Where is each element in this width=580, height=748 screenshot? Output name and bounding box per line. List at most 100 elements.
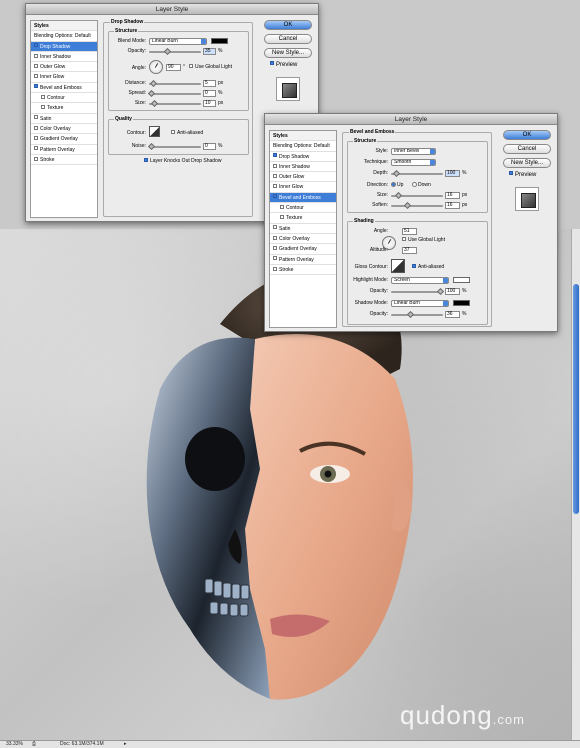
global-light-check-icon[interactable] xyxy=(189,63,193,68)
style-item-color-overlay[interactable]: Color Overlay xyxy=(270,234,336,245)
style-item-inner-shadow[interactable]: Inner Shadow xyxy=(31,52,97,63)
highlight-mode-select[interactable]: Screen xyxy=(391,277,449,284)
style-checkbox-icon[interactable] xyxy=(273,163,277,168)
shadow-mode-select[interactable]: Linear Burn xyxy=(391,300,449,307)
status-icon[interactable]: ⎙ xyxy=(32,741,36,748)
style-item-pattern-overlay[interactable]: Pattern Overlay xyxy=(270,255,336,265)
knockout-check-icon[interactable] xyxy=(144,157,148,162)
style-item-blending-options-default[interactable]: Blending Options: Default xyxy=(31,31,97,42)
style-item-stroke[interactable]: Stroke xyxy=(270,265,336,276)
style-checkbox-icon[interactable] xyxy=(273,256,277,261)
style-checkbox-icon[interactable] xyxy=(273,266,277,271)
style-item-satin[interactable]: Satin xyxy=(31,114,97,124)
style-checkbox-icon[interactable] xyxy=(34,135,38,140)
depth-input[interactable]: 100 xyxy=(445,170,460,177)
vertical-scrollbar[interactable] xyxy=(571,229,580,740)
radio-on-icon[interactable] xyxy=(391,182,396,188)
cancel-button[interactable]: Cancel xyxy=(264,34,312,44)
style-item-inner-glow[interactable]: Inner Glow xyxy=(31,72,97,83)
distance-slider[interactable] xyxy=(149,79,201,88)
style-checkbox-icon[interactable] xyxy=(41,94,45,99)
cancel-button[interactable]: Cancel xyxy=(503,144,551,154)
scrollbar-thumb[interactable] xyxy=(573,284,579,514)
use-global-light-checkbox[interactable]: Use Global Light xyxy=(402,236,445,244)
shadow-color-swatch[interactable] xyxy=(211,38,228,44)
preview-check-icon[interactable] xyxy=(270,61,274,66)
altitude-input[interactable]: 37 xyxy=(402,247,417,254)
ok-button[interactable]: OK xyxy=(503,130,551,140)
style-item-texture[interactable]: Texture xyxy=(270,213,336,224)
style-checkbox-icon[interactable] xyxy=(34,146,38,151)
style-checkbox-icon[interactable] xyxy=(34,53,38,58)
contour-picker[interactable] xyxy=(149,126,160,137)
style-item-blending-options-default[interactable]: Blending Options: Default xyxy=(270,141,336,152)
preview-checkbox[interactable]: Preview xyxy=(509,171,536,179)
style-checkbox-icon[interactable] xyxy=(273,194,277,199)
style-item-contour[interactable]: Contour xyxy=(270,203,336,214)
noise-input[interactable]: 0 xyxy=(203,143,216,150)
style-item-satin[interactable]: Satin xyxy=(270,224,336,234)
depth-slider[interactable] xyxy=(391,169,443,178)
style-item-outer-glow[interactable]: Outer Glow xyxy=(270,172,336,183)
style-item-styles[interactable]: Styles xyxy=(270,131,336,142)
shadow-opacity-input[interactable]: 36 xyxy=(445,311,460,318)
opacity-input[interactable]: 35 xyxy=(203,48,216,55)
style-checkbox-icon[interactable] xyxy=(34,43,38,48)
style-checkbox-icon[interactable] xyxy=(273,173,277,178)
preview-check-icon[interactable] xyxy=(509,171,513,176)
style-item-inner-shadow[interactable]: Inner Shadow xyxy=(270,162,336,173)
angle-dial[interactable] xyxy=(149,60,163,74)
style-item-pattern-overlay[interactable]: Pattern Overlay xyxy=(31,145,97,155)
style-checkbox-icon[interactable] xyxy=(273,225,277,230)
status-arrow-icon[interactable]: ▸ xyxy=(124,741,127,748)
style-item-drop-shadow[interactable]: Drop Shadow xyxy=(31,41,97,52)
angle-input[interactable]: 90 xyxy=(166,64,181,71)
opacity-slider[interactable] xyxy=(149,47,201,56)
style-checkbox-icon[interactable] xyxy=(34,84,38,89)
direction-up-radio[interactable]: Up xyxy=(391,182,403,189)
size-input[interactable]: 10 xyxy=(203,100,216,107)
style-item-drop-shadow[interactable]: Drop Shadow xyxy=(270,152,336,162)
anti-aliased-check-icon[interactable] xyxy=(412,263,416,268)
style-item-texture[interactable]: Texture xyxy=(31,103,97,114)
style-checkbox-icon[interactable] xyxy=(273,153,277,158)
noise-slider[interactable] xyxy=(147,142,201,151)
style-checkbox-icon[interactable] xyxy=(273,235,277,240)
use-global-light-checkbox[interactable]: Use Global Light xyxy=(189,63,232,71)
style-item-stroke[interactable]: Stroke xyxy=(31,155,97,166)
style-item-bevel-and-emboss[interactable]: Bevel and Emboss xyxy=(270,192,336,204)
spread-input[interactable]: 0 xyxy=(203,90,216,97)
style-item-styles[interactable]: Styles xyxy=(31,21,97,32)
style-item-bevel-and-emboss[interactable]: Bevel and Emboss xyxy=(31,83,97,94)
size-slider[interactable] xyxy=(149,99,201,108)
anti-aliased-checkbox[interactable]: Anti-aliased xyxy=(412,263,444,271)
anti-aliased-checkbox[interactable]: Anti-aliased xyxy=(171,129,203,137)
style-checkbox-icon[interactable] xyxy=(34,115,38,120)
shadow-opacity-slider[interactable] xyxy=(391,310,443,319)
style-item-outer-glow[interactable]: Outer Glow xyxy=(31,62,97,73)
style-checkbox-icon[interactable] xyxy=(34,74,38,79)
style-checkbox-icon[interactable] xyxy=(273,245,277,250)
new-style-button[interactable]: New Style... xyxy=(503,158,551,168)
knockout-checkbox[interactable]: Layer Knocks Out Drop Shadow xyxy=(144,157,221,165)
distance-input[interactable]: 5 xyxy=(203,80,216,87)
style-checkbox-icon[interactable] xyxy=(41,105,45,110)
global-light-check-icon[interactable] xyxy=(402,236,406,241)
style-checkbox-icon[interactable] xyxy=(280,204,284,209)
technique-select[interactable]: Smooth xyxy=(391,159,436,166)
style-item-gradient-overlay[interactable]: Gradient Overlay xyxy=(31,134,97,145)
style-checkbox-icon[interactable] xyxy=(280,215,284,220)
direction-down-radio[interactable]: Down xyxy=(412,182,431,189)
new-style-button[interactable]: New Style... xyxy=(264,48,312,58)
highlight-opacity-input[interactable]: 100 xyxy=(445,288,460,295)
soften-slider[interactable] xyxy=(391,201,443,210)
style-checkbox-icon[interactable] xyxy=(34,156,38,161)
soften-input[interactable]: 16 xyxy=(445,202,460,209)
style-item-color-overlay[interactable]: Color Overlay xyxy=(31,124,97,135)
shadow-color-swatch[interactable] xyxy=(453,300,470,306)
size-slider[interactable] xyxy=(391,191,443,200)
bevel-style-select[interactable]: Inner Bevel xyxy=(391,148,436,155)
highlight-color-swatch[interactable] xyxy=(453,277,470,283)
style-item-inner-glow[interactable]: Inner Glow xyxy=(270,182,336,193)
radio-off-icon[interactable] xyxy=(412,182,417,188)
